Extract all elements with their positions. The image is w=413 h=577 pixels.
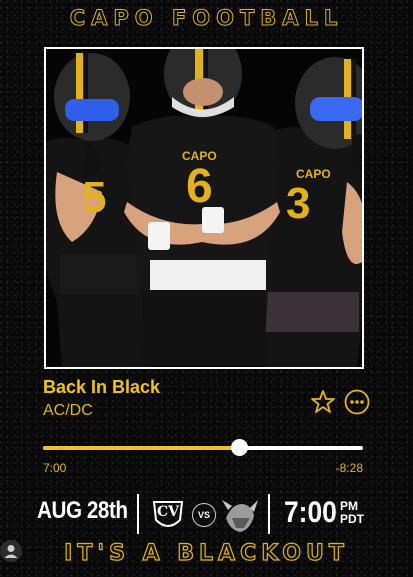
divider-left bbox=[137, 494, 139, 534]
page-title: CAPO FOOTBALL bbox=[69, 6, 344, 31]
album-artwork: CAPO 5 6 CAPO 3 bbox=[44, 47, 364, 369]
home-team-logo: CV bbox=[150, 498, 186, 532]
vs-badge: VS bbox=[192, 503, 216, 527]
elapsed-time: 7:00 bbox=[43, 461, 67, 475]
remaining-time: -8:28 bbox=[335, 461, 363, 475]
more-options-icon[interactable] bbox=[344, 389, 370, 415]
event-time: 7:00 bbox=[284, 496, 337, 529]
star-icon[interactable] bbox=[310, 389, 336, 415]
jersey-number-left: 5 bbox=[82, 173, 107, 222]
song-artist: AC/DC bbox=[43, 402, 93, 419]
home-team-logo-text: CV bbox=[157, 504, 180, 520]
viking-logo-icon bbox=[220, 496, 260, 536]
progress-track[interactable] bbox=[43, 446, 363, 450]
progress-knob[interactable] bbox=[231, 439, 249, 456]
event-date: AUG 28th bbox=[37, 497, 128, 524]
divider-right bbox=[268, 494, 270, 534]
tagline: IT'S A BLACKOUT bbox=[64, 540, 349, 566]
progress-fill bbox=[43, 446, 240, 450]
event-time-suffix: PM PDT bbox=[340, 500, 364, 526]
event-timezone: PDT bbox=[340, 512, 364, 526]
event-info: AUG 28th CV VS 7:00 PM PDT bbox=[0, 492, 413, 538]
song-title: Back In Black bbox=[43, 377, 161, 397]
jersey-number-center: 6 bbox=[186, 160, 213, 213]
jersey-number-right: 3 bbox=[286, 179, 311, 228]
